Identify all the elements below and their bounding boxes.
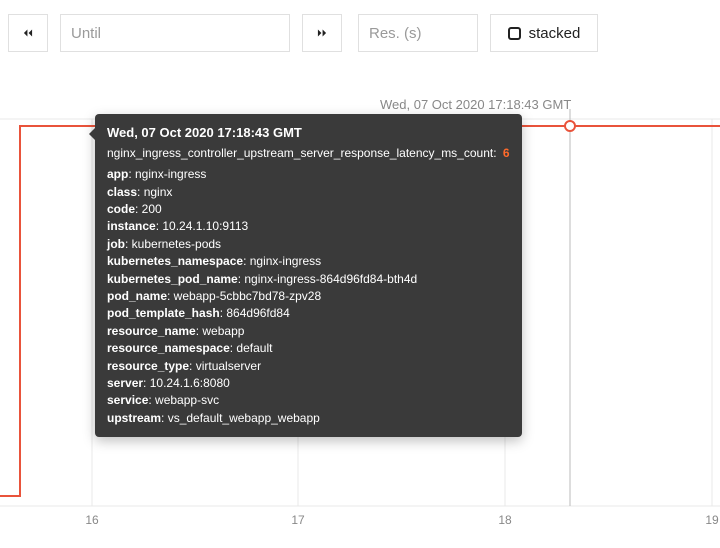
resolution-input[interactable] (369, 25, 467, 42)
tooltip-metric-value: 6 (503, 146, 510, 160)
until-input-wrap[interactable] (60, 14, 290, 52)
stacked-label: stacked (529, 25, 581, 42)
tooltip-metric-name: nginx_ingress_controller_upstream_server… (107, 146, 497, 160)
tooltip-label-row: service: webapp-svc (107, 392, 510, 409)
tooltip-label-row: class: nginx (107, 184, 510, 201)
tooltip-label-row: pod_name: webapp-5cbbc7bd78-zpv28 (107, 288, 510, 305)
tooltip-label-row: kubernetes_pod_name: nginx-ingress-864d9… (107, 271, 510, 288)
axis-tick-label: 18 (498, 513, 512, 527)
hover-time-label: Wed, 07 Oct 2020 17:18:43 GMT (380, 97, 571, 112)
double-chevron-left-icon (21, 26, 35, 40)
tooltip: Wed, 07 Oct 2020 17:18:43 GMT nginx_ingr… (95, 114, 522, 437)
axis-tick-label: 17 (291, 513, 305, 527)
tooltip-label-row: kubernetes_namespace: nginx-ingress (107, 253, 510, 270)
tooltip-label-row: instance: 10.24.1.10:9113 (107, 218, 510, 235)
resolution-input-wrap[interactable] (358, 14, 478, 52)
until-input[interactable] (71, 25, 279, 42)
axis-tick-label: 16 (85, 513, 99, 527)
axis-tick-label: 19 (705, 513, 719, 527)
tooltip-label-row: job: kubernetes-pods (107, 236, 510, 253)
step-back-button[interactable] (8, 14, 48, 52)
tooltip-label-row: upstream: vs_default_webapp_webapp (107, 410, 510, 427)
chart-area[interactable]: 16 17 18 19 Wed, 07 Oct 2020 17:18:43 GMT W… (0, 66, 720, 546)
tooltip-time: Wed, 07 Oct 2020 17:18:43 GMT (107, 124, 510, 143)
series-marker-icon (565, 121, 575, 131)
step-forward-button[interactable] (302, 14, 342, 52)
tooltip-label-row: pod_template_hash: 864d96fd84 (107, 305, 510, 322)
tooltip-label-row: app: nginx-ingress (107, 166, 510, 183)
tooltip-label-row: resource_name: webapp (107, 323, 510, 340)
double-chevron-right-icon (315, 26, 329, 40)
tooltip-label-row: resource_namespace: default (107, 340, 510, 357)
tooltip-label-row: server: 10.24.1.6:8080 (107, 375, 510, 392)
toolbar: stacked (0, 0, 720, 66)
checkbox-icon (508, 27, 521, 40)
tooltip-tail-icon (89, 128, 95, 140)
tooltip-label-row: resource_type: virtualserver (107, 358, 510, 375)
stacked-toggle[interactable]: stacked (490, 14, 598, 52)
tooltip-label-row: code: 200 (107, 201, 510, 218)
tooltip-metric: nginx_ingress_controller_upstream_server… (107, 145, 510, 162)
